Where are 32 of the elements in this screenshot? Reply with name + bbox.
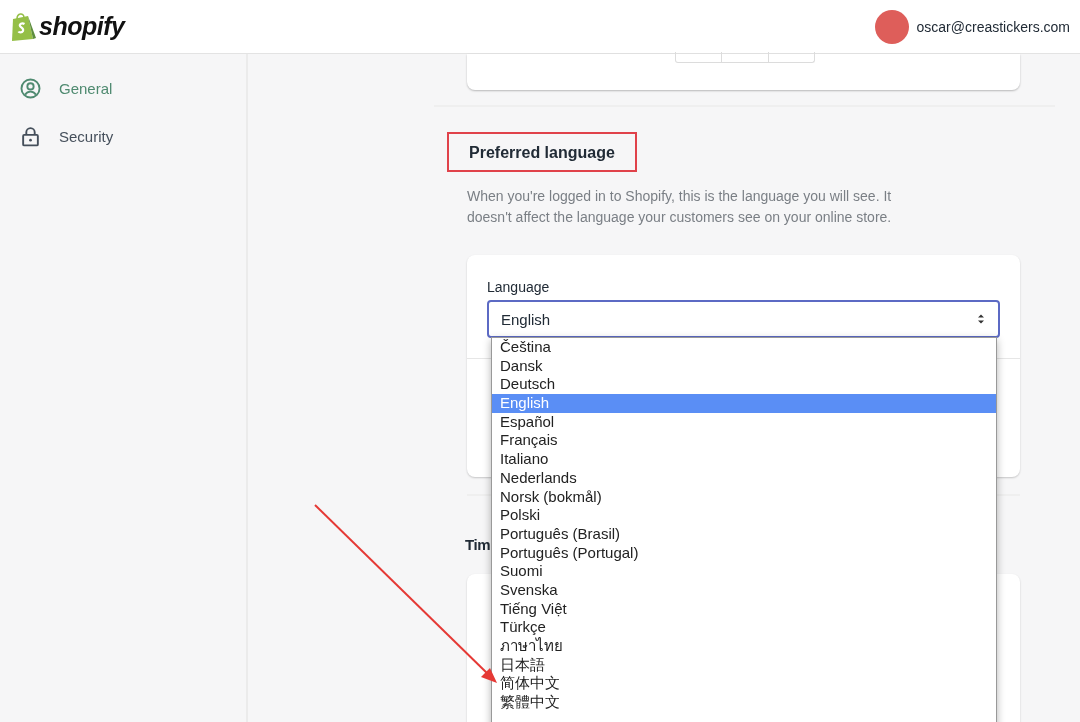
shopping-bag-icon: [10, 11, 36, 42]
dropdown-option[interactable]: Deutsch: [492, 375, 996, 395]
dropdown-option[interactable]: Español: [492, 412, 996, 432]
dropdown-option[interactable]: ภาษาไทย: [492, 637, 996, 656]
dropdown-option[interactable]: Tiếng Việt: [492, 599, 996, 619]
dropdown-option[interactable]: Suomi: [492, 562, 996, 581]
section-description: When you're logged in to Shopify, this is the language you will see. It doesn't affect the language your customers see on your online store.: [467, 187, 893, 227]
dropdown-option[interactable]: 日本語: [492, 655, 996, 675]
dropdown-option[interactable]: Norsk (bokmål): [492, 487, 996, 507]
dropdown-option[interactable]: 简体中文: [492, 674, 996, 694]
account-email[interactable]: oscar@creastickers.com: [916, 18, 1070, 35]
select-arrows-icon: [976, 312, 986, 326]
dropdown-option[interactable]: Português (Portugal): [492, 543, 996, 563]
dropdown-option[interactable]: Français: [492, 431, 996, 451]
section-title: Tim: [465, 536, 491, 553]
dropdown-option[interactable]: Português (Brasil): [492, 524, 996, 544]
dropdown-option[interactable]: Polski: [492, 506, 996, 525]
avatar[interactable]: [874, 9, 909, 44]
profile-icon: [20, 77, 41, 99]
sidebar-item[interactable]: Security: [0, 124, 246, 148]
section-title: Preferred language: [447, 132, 637, 172]
dropdown-option[interactable]: Türkçe: [492, 618, 996, 637]
dropdown-option[interactable]: Svenska: [492, 580, 996, 600]
dropdown-option[interactable]: Nederlands: [492, 468, 996, 488]
sidebar-item[interactable]: General: [0, 76, 246, 100]
lock-icon: [20, 125, 41, 147]
dropdown-option[interactable]: Italiano: [492, 450, 996, 469]
dropdown-option[interactable]: Čeština: [492, 338, 996, 357]
field-label: Language: [487, 279, 551, 295]
dropdown-option[interactable]: Dansk: [492, 356, 996, 376]
logo-text: shopify: [39, 12, 125, 41]
dropdown-option[interactable]: 繁體中文: [492, 693, 996, 712]
